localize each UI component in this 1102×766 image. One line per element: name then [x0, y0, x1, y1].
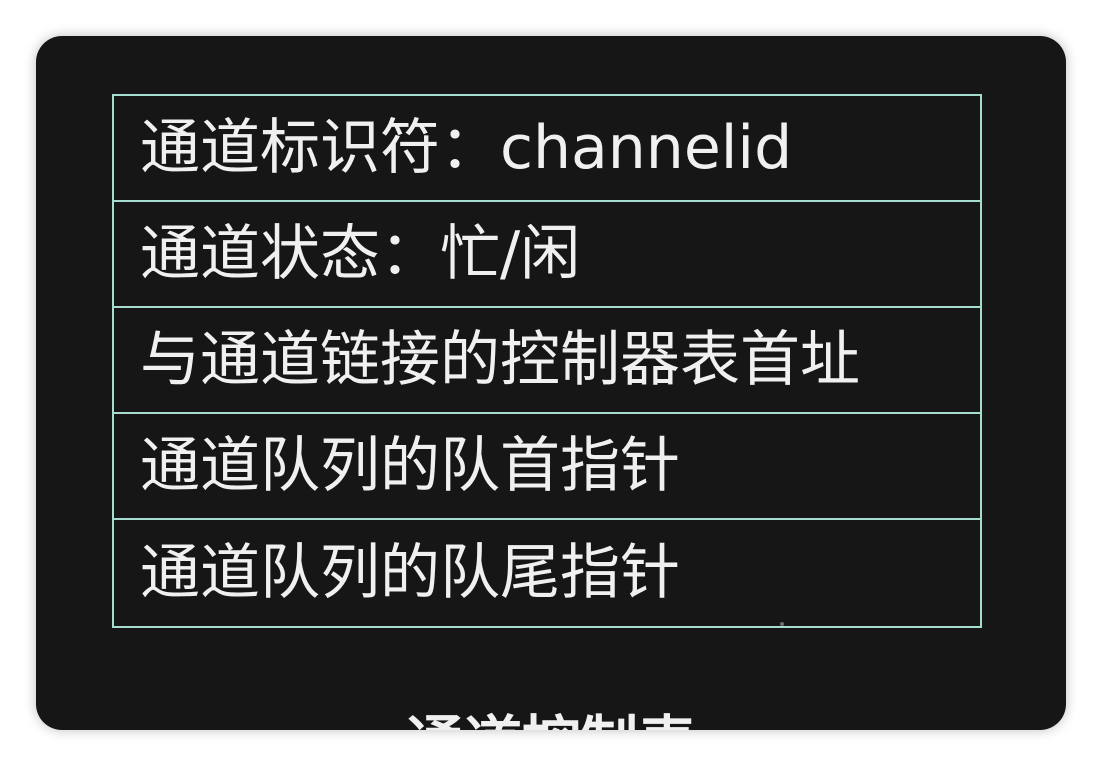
table-row-queue-head-pointer: 通道队列的队首指针 [114, 414, 980, 520]
cursor-dot [780, 622, 784, 626]
table-row-queue-tail-pointer: 通道队列的队尾指针 [140, 538, 680, 608]
slide-frame: 通道标识符：channelid 通道状态：忙/闲 与通道链接的控制器表首址 通道… [36, 36, 1066, 730]
channel-control-table: 通道标识符：channelid 通道状态：忙/闲 与通道链接的控制器表首址 通道… [112, 94, 982, 628]
table-caption: 通道控制表 [36, 696, 1066, 730]
table-row-controller-table-address: 与通道链接的控制器表首址 [114, 308, 980, 414]
table-row-channel-id: 通道标识符：channelid [114, 96, 980, 202]
table-row-channel-status: 通道状态：忙/闲 [114, 202, 980, 308]
